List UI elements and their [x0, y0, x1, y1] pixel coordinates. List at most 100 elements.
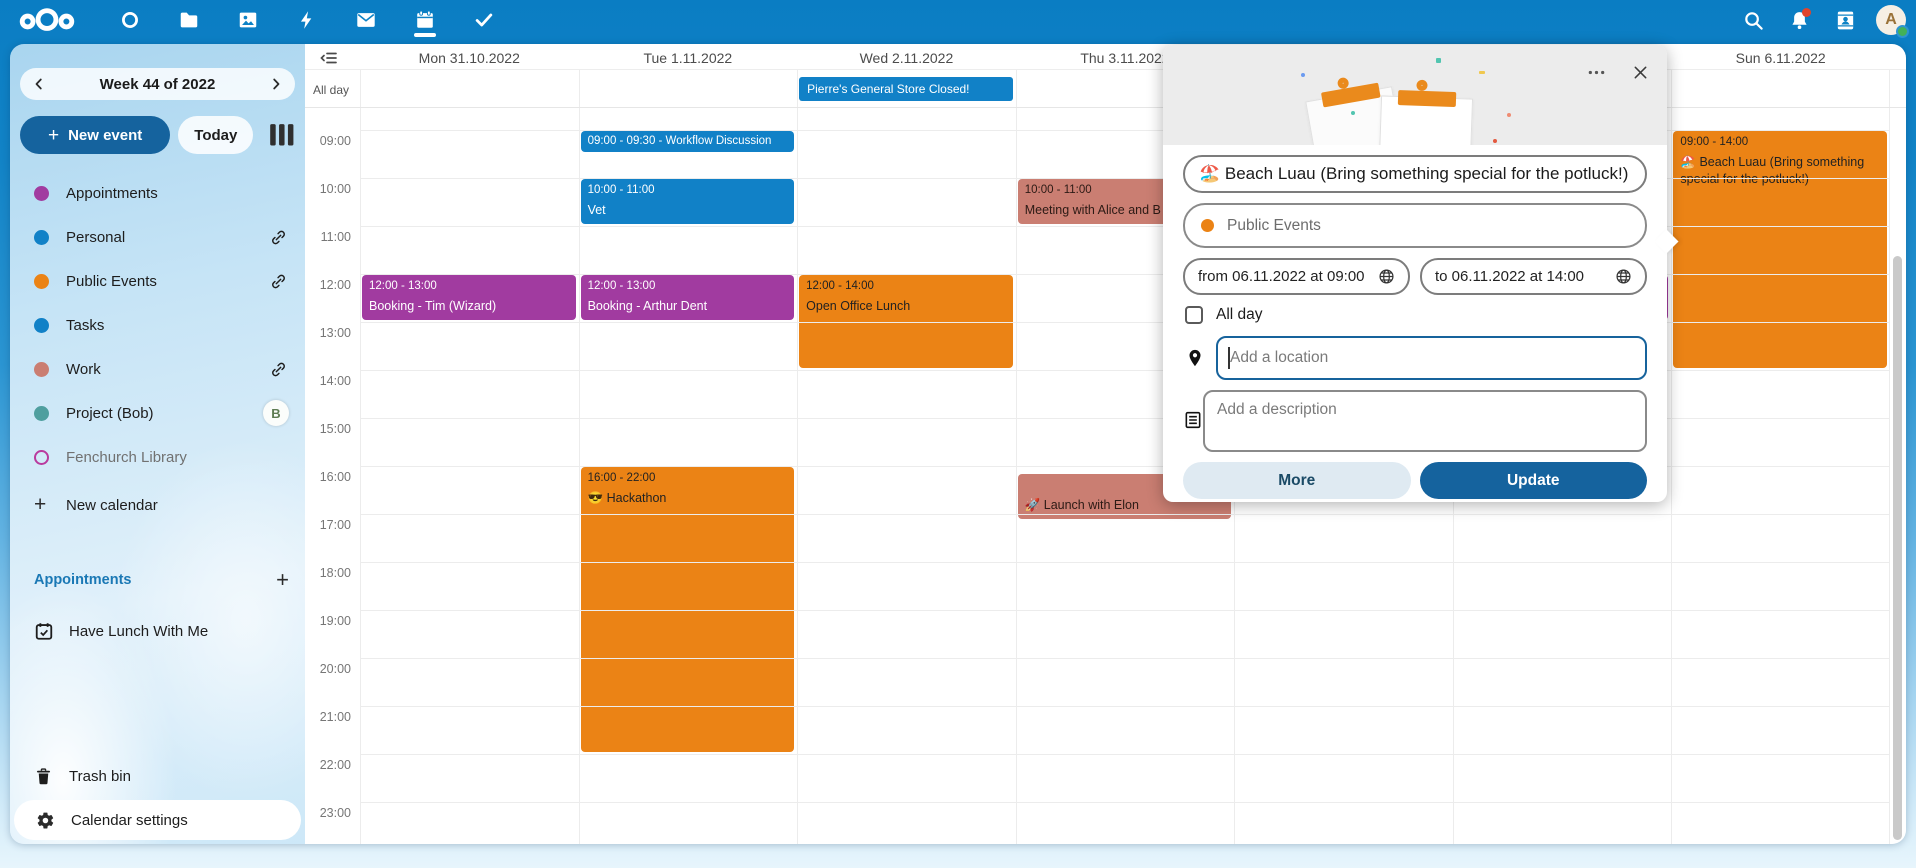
activity-app-icon[interactable]: [277, 0, 336, 40]
notifications-bell-icon[interactable]: [1784, 5, 1814, 35]
end-datetime-value: to 06.11.2022 at 14:00: [1435, 268, 1615, 285]
notification-dot: [1802, 8, 1811, 17]
event-editor-popup: 🏖️ Beach Luau (Bring something special f…: [1163, 45, 1667, 502]
plus-icon: +: [34, 493, 49, 517]
calendar-settings-button[interactable]: Calendar settings: [14, 800, 301, 840]
share-link-icon[interactable]: [267, 358, 289, 380]
add-appointment-config-button[interactable]: +: [276, 569, 289, 591]
more-button[interactable]: More: [1183, 462, 1411, 499]
calendar-item-label: Work: [66, 361, 267, 378]
next-week-button[interactable]: [263, 71, 289, 97]
sidebar-actions: + New event Today: [20, 116, 299, 154]
event-title-input[interactable]: 🏖️ Beach Luau (Bring something special f…: [1183, 155, 1647, 193]
online-status-dot: [1896, 25, 1909, 38]
event-title: Open Office Lunch: [799, 289, 1013, 315]
calendar-item-label: Fenchurch Library: [66, 449, 289, 466]
sidebar-item-fenchurch[interactable]: Fenchurch Library: [10, 435, 305, 479]
calendar-settings-label: Calendar settings: [71, 812, 188, 829]
event-title: Vet: [581, 193, 795, 219]
grid-column-line: [579, 108, 580, 844]
sidebar-item-appointments[interactable]: Appointments: [10, 171, 305, 215]
view-columns-icon[interactable]: [265, 118, 299, 152]
share-link-icon[interactable]: [267, 270, 289, 292]
new-calendar-label: New calendar: [66, 497, 158, 514]
hour-line: [360, 610, 1890, 611]
appointments-heading: Appointments: [34, 572, 276, 588]
calendar-item-label: Appointments: [66, 185, 289, 202]
compact-view-icon[interactable]: [319, 48, 339, 68]
popup-buttons: More Update: [1183, 462, 1647, 499]
sidebar-item-work[interactable]: Work: [10, 347, 305, 391]
event-title: 😎 Hackathon: [581, 481, 795, 507]
calendar-item-label: Public Events: [66, 273, 267, 290]
day-header: Tue 1.11.2022: [579, 44, 798, 70]
new-calendar-button[interactable]: + New calendar: [10, 483, 305, 527]
sidebar-item-tasks[interactable]: Tasks: [10, 303, 305, 347]
trash-bin-button[interactable]: Trash bin: [10, 754, 305, 798]
calendar-event[interactable]: 12:00 - 13:00Booking - Arthur Dent: [581, 275, 795, 320]
mail-app-icon[interactable]: [336, 0, 395, 40]
timezone-globe-icon[interactable]: [1378, 268, 1395, 285]
calendar-event[interactable]: 12:00 - 13:00Booking - Tim (Wizard): [362, 275, 576, 320]
contacts-icon[interactable]: [1830, 5, 1860, 35]
user-avatar[interactable]: A: [1876, 5, 1906, 35]
calendar-picker[interactable]: Public Events: [1183, 203, 1647, 248]
event-title: Booking - Arthur Dent: [581, 289, 795, 315]
clipboard-illustration: [1377, 95, 1473, 145]
grid-column-line: [1016, 70, 1017, 107]
files-app-icon[interactable]: [159, 0, 218, 40]
calendar-event[interactable]: 09:00 - 09:30 - Workflow Discussion: [581, 131, 795, 152]
nextcloud-logo-icon[interactable]: [16, 5, 78, 35]
tasks-app-icon[interactable]: [454, 0, 513, 40]
calendar-item-label: Tasks: [66, 317, 289, 334]
sidebar-item-public_events[interactable]: Public Events: [10, 259, 305, 303]
grid-column-line: [1889, 70, 1890, 107]
previous-week-button[interactable]: [26, 71, 52, 97]
new-event-button[interactable]: + New event: [20, 116, 170, 154]
grid-column-line: [797, 108, 798, 844]
more-actions-icon[interactable]: [1583, 59, 1609, 85]
hour-label: 16:00: [305, 470, 351, 484]
calendar-app-icon[interactable]: [395, 0, 454, 40]
share-link-icon[interactable]: [267, 226, 289, 248]
start-datetime-field[interactable]: from 06.11.2022 at 09:00: [1183, 258, 1410, 295]
calendar-event[interactable]: 10:00 - 11:00Vet: [581, 179, 795, 224]
grid-column-line: [1671, 108, 1672, 844]
trash-bin-label: Trash bin: [69, 768, 131, 785]
more-button-label: More: [1278, 472, 1315, 490]
event-title: Booking - Tim (Wizard): [362, 289, 576, 315]
gear-icon: [36, 811, 55, 830]
close-icon[interactable]: [1627, 59, 1653, 85]
event-time: 09:00 - 09:30 - Workflow Discussion: [581, 131, 795, 145]
update-button[interactable]: Update: [1420, 462, 1648, 499]
sidebar-item-project_bob[interactable]: Project (Bob)B: [10, 391, 305, 435]
week-title: Week 44 of 2022: [100, 76, 216, 93]
event-time: 12:00 - 13:00: [581, 275, 795, 289]
grid-column-line: [1016, 108, 1017, 844]
all-day-label: All day: [313, 70, 349, 108]
calendar-item-label: Project (Bob): [66, 405, 263, 422]
appointment-config-item[interactable]: Have Lunch With Me: [10, 609, 305, 653]
end-datetime-field[interactable]: to 06.11.2022 at 14:00: [1420, 258, 1647, 295]
location-input[interactable]: [1216, 336, 1647, 380]
vertical-scrollbar[interactable]: [1893, 256, 1902, 840]
hour-label: 17:00: [305, 518, 351, 532]
calendar-event[interactable]: 09:00 - 14:00🏖️ Beach Luau (Bring someth…: [1673, 131, 1887, 368]
all-day-checkbox[interactable]: [1185, 306, 1203, 324]
plus-icon: +: [48, 126, 59, 145]
hour-label: 12:00: [305, 278, 351, 292]
sidebar-item-personal[interactable]: Personal: [10, 215, 305, 259]
all-day-event[interactable]: Pierre's General Store Closed!: [799, 77, 1013, 101]
photos-app-icon[interactable]: [218, 0, 277, 40]
today-button[interactable]: Today: [178, 116, 253, 154]
timezone-globe-icon[interactable]: [1615, 268, 1632, 285]
search-icon[interactable]: [1738, 5, 1768, 35]
trash-icon: [34, 767, 53, 786]
event-time: 16:00 - 22:00: [581, 467, 795, 481]
calendar-color-dot: [34, 318, 49, 333]
hour-label: 19:00: [305, 614, 351, 628]
update-button-label: Update: [1507, 472, 1560, 490]
calendar-color-dot: [34, 230, 49, 245]
description-input[interactable]: [1203, 390, 1647, 452]
dashboard-app-icon[interactable]: [100, 0, 159, 40]
